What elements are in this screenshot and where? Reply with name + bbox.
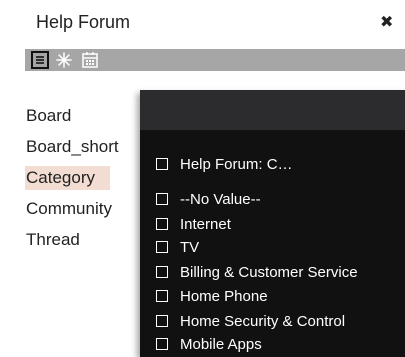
option-label: TV [180, 239, 200, 256]
category-dropdown: Help Forum: C… --No Value-- Internet TV … [140, 90, 405, 357]
dropdown-header [140, 90, 405, 130]
option-label: --No Value-- [180, 191, 261, 208]
option-help-forum[interactable]: Help Forum: C… [156, 156, 293, 174]
option-label: Home Phone [180, 288, 268, 305]
option-label: Home Security & Control [180, 313, 346, 330]
option-home-security[interactable]: Home Security & Control [156, 313, 345, 331]
option-billing[interactable]: Billing & Customer Service [156, 264, 358, 282]
list-icon[interactable] [31, 51, 49, 69]
field-list: Board Board_short Category Community Thr… [25, 104, 119, 259]
checkbox[interactable] [156, 217, 168, 230]
checkbox[interactable] [156, 265, 168, 278]
checkbox[interactable] [156, 240, 168, 253]
panel-title: Help Forum [36, 12, 131, 32]
calendar-icon[interactable] [81, 51, 99, 69]
field-item-board[interactable]: Board [25, 104, 119, 128]
option-label: Mobile Apps [180, 336, 262, 353]
checkbox[interactable] [156, 314, 168, 327]
field-item-thread[interactable]: Thread [25, 228, 119, 252]
option-home-phone[interactable]: Home Phone [156, 288, 268, 306]
option-no-value[interactable]: --No Value-- [156, 191, 261, 209]
checkbox[interactable] [156, 289, 168, 302]
option-label: Help Forum: C… [180, 156, 293, 173]
help-forum-panel: Help Forum ✖ Board Board_short Category … [0, 0, 405, 357]
toolbar [25, 49, 405, 71]
field-item-community[interactable]: Community [25, 197, 119, 221]
checkbox[interactable] [156, 192, 168, 205]
option-tv[interactable]: TV [156, 239, 199, 257]
checkbox[interactable] [156, 337, 168, 350]
option-internet[interactable]: Internet [156, 216, 231, 234]
option-mobile-apps[interactable]: Mobile Apps [156, 336, 262, 354]
field-item-board-short[interactable]: Board_short [25, 135, 119, 159]
snowflake-icon[interactable] [55, 51, 73, 69]
option-label: Billing & Customer Service [180, 264, 358, 281]
close-icon[interactable]: ✖ [380, 12, 393, 32]
checkbox[interactable] [156, 157, 168, 170]
field-item-category[interactable]: Category [25, 166, 110, 190]
option-label: Internet [180, 216, 231, 233]
